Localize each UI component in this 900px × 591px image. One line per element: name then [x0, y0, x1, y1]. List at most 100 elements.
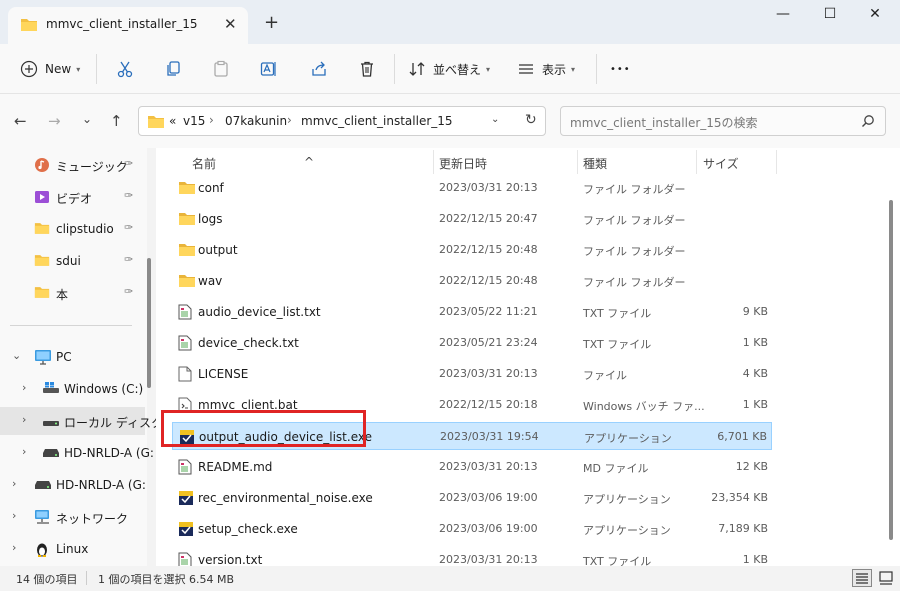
breadcrumb-overflow[interactable]: «: [169, 114, 176, 128]
file-row[interactable]: logs 2022/12/15 20:47 ファイル フォルダー: [172, 205, 772, 233]
up-button[interactable]: ↑: [110, 112, 123, 130]
file-row[interactable]: README.md 2023/03/31 20:13 MD ファイル 12 KB: [172, 453, 772, 481]
breadcrumb-item[interactable]: 07kakunin: [225, 114, 287, 128]
network-icon: [34, 509, 52, 528]
sidebar-item-book[interactable]: 本 ✑: [0, 279, 145, 307]
sidebar-item-local-disk[interactable]: › ローカル ディスク: [0, 407, 163, 435]
file-row[interactable]: output 2022/12/15 20:48 ファイル フォルダー: [172, 236, 772, 264]
file-name: output: [198, 243, 238, 257]
file-date: 2023/03/31 19:54: [440, 430, 539, 443]
sidebar-scrollbar[interactable]: [147, 258, 151, 388]
chevron-right-icon[interactable]: ›: [12, 477, 16, 490]
new-label: New: [45, 62, 72, 76]
recent-locations-button[interactable]: ⌄: [82, 112, 92, 126]
column-type-header[interactable]: 種類: [583, 155, 607, 172]
chevron-right-icon[interactable]: ›: [287, 113, 292, 127]
column-name-header[interactable]: 名前: [192, 155, 216, 172]
refresh-icon[interactable]: ↻: [525, 112, 537, 128]
sidebar-item-network[interactable]: › ネットワーク: [0, 503, 145, 531]
close-window-button[interactable]: ✕: [860, 6, 890, 26]
column-divider[interactable]: [696, 150, 697, 174]
sidebar-item-linux[interactable]: › Linux: [0, 535, 145, 563]
folder-icon: [20, 17, 38, 35]
folder-icon: [147, 114, 165, 132]
delete-button[interactable]: [358, 56, 376, 82]
file-name: rec_environmental_noise.exe: [198, 491, 373, 505]
folder-icon: [178, 211, 196, 229]
sidebar-item-music[interactable]: ミュージック ✑: [0, 151, 145, 179]
share-button[interactable]: [310, 56, 328, 82]
file-row[interactable]: setup_check.exe 2023/03/06 19:00 アプリケーション 7…: [172, 515, 772, 543]
file-row[interactable]: audio_device_list.txt 2023/05/22 11:21 TXT…: [172, 298, 772, 326]
column-size-header[interactable]: サイズ: [703, 155, 739, 172]
sidebar-item-hd-nrld-a-2[interactable]: › HD-NRLD-A (G:: [0, 471, 146, 499]
new-tab-button[interactable]: +: [264, 12, 279, 33]
search-icon[interactable]: [861, 114, 875, 131]
sidebar-item-hd-nrld-a-1[interactable]: › HD-NRLD-A (G:: [0, 439, 154, 467]
chevron-down-icon: ▾: [486, 64, 491, 74]
sidebar-item-label: ネットワーク: [56, 512, 129, 526]
chevron-right-icon[interactable]: ›: [22, 381, 26, 394]
file-row[interactable]: wav 2022/12/15 20:48 ファイル フォルダー: [172, 267, 772, 295]
minimize-button[interactable]: —: [768, 6, 798, 26]
address-history-chevron-icon[interactable]: ⌄: [491, 114, 499, 125]
sort-icon: [408, 60, 426, 78]
paste-button[interactable]: [212, 56, 230, 82]
search-input[interactable]: mmvc_client_installer_15の検索: [560, 106, 886, 136]
sidebar-item-sdui[interactable]: sdui ✑: [0, 247, 145, 275]
folder-icon: [178, 273, 196, 291]
chevron-right-icon[interactable]: ›: [12, 541, 16, 554]
maximize-button[interactable]: ☐: [815, 6, 845, 26]
file-type: アプリケーション: [583, 493, 671, 506]
file-name: conf: [198, 181, 224, 195]
file-type: アプリケーション: [584, 432, 672, 445]
column-divider[interactable]: [776, 150, 777, 174]
sort-label: 並べ替え: [433, 62, 482, 77]
file-row[interactable]: LICENSE 2023/03/31 20:13 ファイル 4 KB: [172, 360, 772, 388]
column-date-header[interactable]: 更新日時: [439, 155, 487, 172]
sidebar-item-video[interactable]: ビデオ ✑: [0, 183, 145, 211]
details-view-button[interactable]: [852, 569, 872, 587]
file-date: 2023/03/31 20:13: [439, 181, 538, 194]
close-tab-icon[interactable]: ✕: [224, 15, 237, 33]
column-divider[interactable]: [577, 150, 578, 174]
folder-icon: [34, 285, 50, 302]
sidebar-item-pc[interactable]: ⌄ PC: [0, 343, 145, 371]
file-date: 2023/05/21 23:24: [439, 336, 538, 349]
breadcrumb-item[interactable]: mmvc_client_installer_15: [301, 114, 453, 128]
forward-button[interactable]: →: [48, 112, 61, 130]
divider: [394, 54, 395, 84]
chevron-right-icon[interactable]: ›: [209, 113, 214, 127]
file-row[interactable]: conf 2023/03/31 20:13 ファイル フォルダー: [172, 174, 772, 202]
sort-button[interactable]: 並べ替え ▾: [408, 56, 490, 82]
breadcrumb-item[interactable]: v15: [183, 114, 205, 128]
chevron-right-icon[interactable]: ›: [22, 445, 26, 458]
large-icons-view-button[interactable]: [876, 569, 896, 587]
sidebar-item-clipstudio[interactable]: clipstudio ✑: [0, 215, 145, 243]
file-date: 2023/03/31 20:13: [439, 553, 538, 566]
rename-button[interactable]: [260, 56, 278, 82]
view-button[interactable]: 表示 ▾: [517, 56, 575, 82]
chevron-right-icon[interactable]: ›: [22, 413, 26, 426]
chevron-down-icon[interactable]: ⌄: [12, 349, 21, 362]
copy-button[interactable]: [164, 56, 182, 82]
file-row[interactable]: device_check.txt 2023/05/21 23:24 TXT ファイル…: [172, 329, 772, 357]
folder-icon: [178, 242, 196, 260]
new-button[interactable]: New ▾: [20, 56, 80, 82]
address-bar[interactable]: « v15 › 07kakunin › mmvc_client_installe…: [138, 106, 546, 136]
file-list-scrollbar[interactable]: [889, 200, 893, 540]
back-button[interactable]: ←: [14, 112, 27, 130]
column-divider[interactable]: [433, 150, 434, 174]
sidebar-item-label: ビデオ: [56, 192, 93, 206]
tab-active[interactable]: mmvc_client_installer_15 ✕: [8, 7, 248, 44]
folder-icon: [34, 221, 50, 238]
more-options-button[interactable]: •••: [610, 56, 631, 82]
search-placeholder: mmvc_client_installer_15の検索: [570, 116, 758, 130]
cut-button[interactable]: [116, 56, 134, 82]
item-count: 14 個の項目: [16, 573, 78, 586]
chevron-right-icon[interactable]: ›: [12, 509, 16, 522]
sidebar-item-windows-c[interactable]: › Windows (C:): [0, 375, 145, 403]
file-name: logs: [198, 212, 223, 226]
file-row[interactable]: rec_environmental_noise.exe 2023/03/06 19…: [172, 484, 772, 512]
file-type: TXT ファイル: [583, 307, 652, 320]
